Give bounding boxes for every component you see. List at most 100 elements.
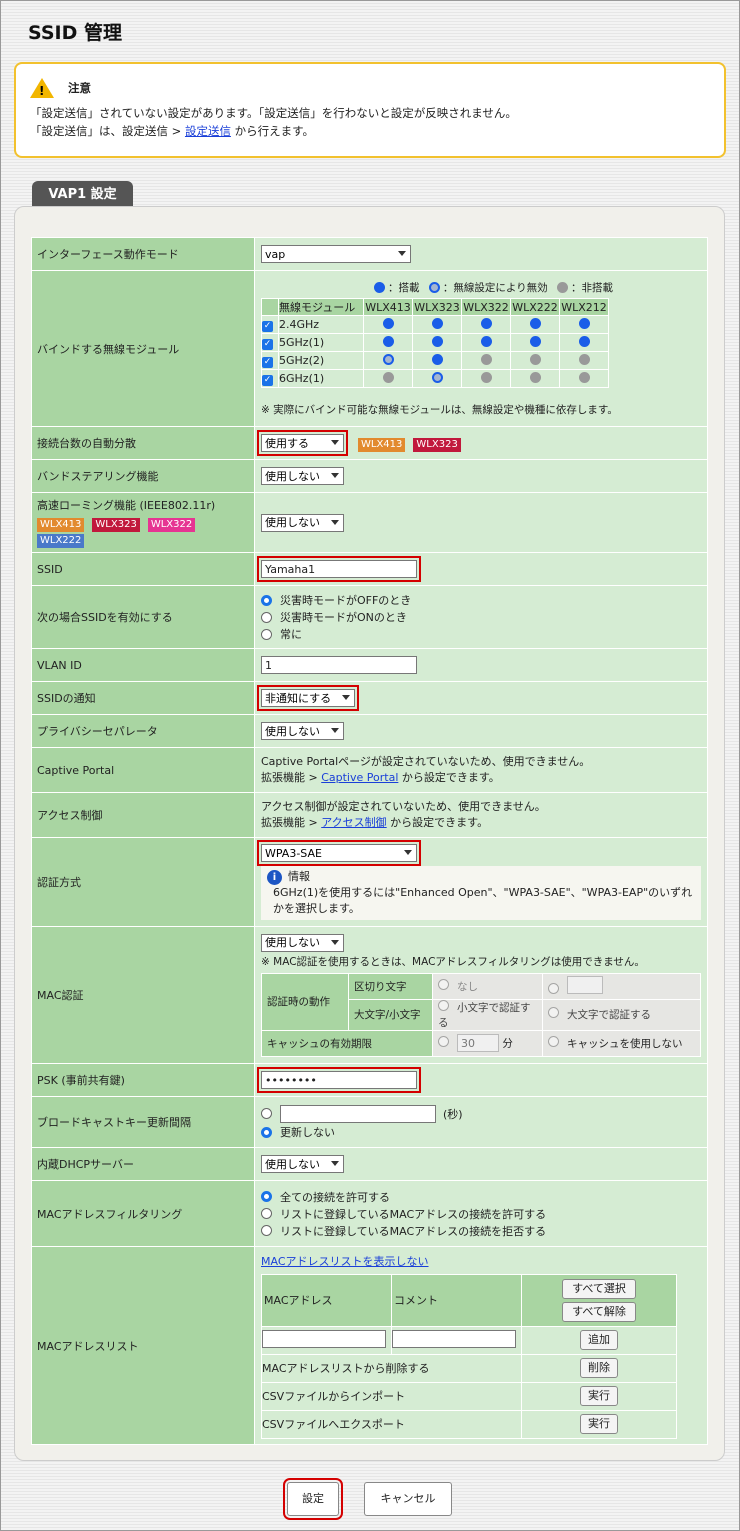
mac-label: MAC認証: [31, 926, 255, 1064]
import-button[interactable]: 実行: [580, 1386, 618, 1406]
auto-label: 接続台数の自動分散: [31, 426, 255, 460]
band-name: 2.4GHz: [278, 315, 364, 334]
tag-wlx323: WLX323: [413, 437, 461, 452]
module-status-icon: [480, 371, 492, 383]
module-status-icon: [431, 353, 443, 365]
notice-line2: 「設定送信」は、設定送信 > 設定送信 から行えます。: [30, 124, 314, 138]
legend-on-icon: [374, 282, 385, 293]
band-name: 5GHz(1): [278, 333, 364, 352]
module-status-icon: [529, 335, 541, 347]
hide-mac-list-link[interactable]: MACアドレスリストを表示しない: [261, 1253, 707, 1269]
mode-select[interactable]: vap: [261, 245, 411, 263]
captive-text: Captive Portalページが設定されていないため、使用できません。: [261, 755, 591, 768]
filter-option-deny-list[interactable]: リストに登録しているMACアドレスの接続を拒否する: [261, 1222, 707, 1239]
radio-icon: [261, 628, 272, 640]
roam-label: 高速ローミング機能 (IEEE802.11r): [37, 499, 216, 512]
module-col-header: WLX413: [363, 298, 413, 316]
filter-label: MACアドレスフィルタリング: [31, 1180, 255, 1247]
mac-address-input[interactable]: [262, 1329, 386, 1348]
list-label: MACアドレスリスト: [31, 1246, 255, 1445]
ssid-input[interactable]: Yamaha1: [257, 556, 421, 582]
vlan-input[interactable]: 1: [261, 656, 417, 674]
roam-select[interactable]: 使用しない: [261, 513, 344, 532]
module-col-header: WLX323: [412, 298, 462, 316]
band-name: 6GHz(1): [278, 369, 364, 388]
notify-label: SSIDの通知: [31, 681, 255, 715]
vlan-label: VLAN ID: [31, 648, 255, 682]
access-label: アクセス制御: [31, 792, 255, 838]
band-label: バンドステアリング機能: [31, 459, 255, 493]
band-select[interactable]: 使用しない: [261, 467, 344, 485]
auto-select[interactable]: 使用する: [261, 434, 344, 452]
tag-wlx222: WLX222: [37, 534, 85, 548]
tag-wlx323: WLX323: [92, 518, 140, 532]
access-control-link[interactable]: アクセス制御: [321, 816, 386, 829]
bcast-option-never[interactable]: 更新しない: [261, 1124, 707, 1141]
tag-wlx413: WLX413: [37, 518, 85, 532]
add-button[interactable]: 追加: [580, 1330, 618, 1350]
mac-auth-table: 認証時の動作 区切り文字 なし 大文字/小文字 小文字で認証する 大文字で認証する キャ…: [261, 972, 701, 1057]
filter-option-allow-all[interactable]: 全ての接続を許可する: [261, 1188, 707, 1205]
radio-icon: [261, 594, 272, 606]
notice-title: 注意: [68, 81, 91, 95]
module-status-icon: [382, 371, 394, 383]
module-status-icon: [578, 335, 590, 347]
notice-box: ! 注意 「設定送信」されていない設定があります。「設定送信」を行わないと設定が反…: [14, 62, 726, 158]
delete-button[interactable]: 削除: [580, 1358, 618, 1378]
enable-option-on[interactable]: 災害時モードがONのとき: [261, 609, 707, 626]
band-checkbox[interactable]: ✓: [262, 338, 273, 350]
mac-note: ※ MAC認証を使用するときは、MACアドレスフィルタリングは使用できません。: [261, 955, 645, 968]
module-status-icon: [480, 335, 492, 347]
module-status-icon: [529, 371, 541, 383]
module-col-header: WLX222: [510, 298, 560, 316]
legend-disabled-icon: [428, 282, 440, 293]
auth-info-box: i 情報 6GHz(1)を使用するには"Enhanced Open"、"WPA3-…: [261, 866, 701, 920]
band-checkbox[interactable]: ✓: [262, 356, 273, 368]
enable-option-off[interactable]: 災害時モードがOFFのとき: [261, 592, 707, 609]
module-status-icon: [431, 335, 443, 347]
module-status-icon: [431, 371, 443, 383]
filter-option-allow-list[interactable]: リストに登録しているMACアドレスの接続を許可する: [261, 1205, 707, 1222]
tab-vap1[interactable]: VAP1 設定: [32, 181, 133, 208]
bcast-label: ブロードキャストキー更新間隔: [31, 1096, 255, 1148]
page-title: SSID 管理: [28, 22, 122, 44]
deselect-all-button[interactable]: すべて解除: [562, 1301, 636, 1322]
psk-input[interactable]: ••••••••: [257, 1067, 421, 1093]
module-status-icon: [529, 353, 541, 365]
captive-label: Captive Portal: [31, 747, 255, 793]
auth-label: 認証方式: [31, 837, 255, 927]
warning-icon: !: [30, 78, 54, 98]
module-col-header: WLX212: [559, 298, 609, 316]
cancel-button[interactable]: キャンセル: [364, 1482, 452, 1516]
module-status-icon: [578, 317, 590, 329]
legend-off-icon: [556, 282, 568, 293]
bind-label: バインドする無線モジュール: [31, 270, 255, 427]
mac-select[interactable]: 使用しない: [261, 933, 344, 952]
tag-wlx413: WLX413: [358, 437, 406, 452]
bcast-option-interval[interactable]: (秒): [261, 1104, 707, 1124]
band-name: 5GHz(2): [278, 351, 364, 370]
comment-input[interactable]: [392, 1329, 516, 1348]
notify-select[interactable]: 非通知にする: [261, 689, 355, 707]
export-button[interactable]: 実行: [580, 1414, 618, 1434]
privacy-select[interactable]: 使用しない: [261, 722, 344, 740]
access-text: アクセス制御が設定されていないため、使用できません。: [261, 800, 546, 813]
module-status-icon: [529, 317, 541, 329]
band-checkbox[interactable]: ✓: [262, 320, 273, 332]
module-status-icon: [382, 317, 394, 329]
captive-portal-link[interactable]: Captive Portal: [321, 771, 398, 784]
notice-line1: 「設定送信」されていない設定があります。「設定送信」を行わないと設定が反映されま…: [30, 106, 517, 120]
module-status-icon: [382, 353, 394, 365]
enable-label: 次の場合SSIDを有効にする: [31, 585, 255, 649]
band-checkbox[interactable]: ✓: [262, 374, 273, 386]
send-settings-link[interactable]: 設定送信: [185, 124, 231, 138]
module-status-icon: [431, 317, 443, 329]
module-col-header: WLX322: [461, 298, 511, 316]
submit-button[interactable]: 設定: [283, 1478, 343, 1520]
auth-select[interactable]: WPA3-SAE: [261, 844, 417, 862]
dhcp-select[interactable]: 使用しない: [261, 1155, 344, 1173]
module-table: 無線モジュール WLX413 WLX323 WLX322 WLX222 WLX212 ✓ 2.…: [261, 298, 609, 388]
select-all-button[interactable]: すべて選択: [562, 1278, 636, 1299]
bcast-input[interactable]: [280, 1104, 436, 1123]
enable-option-always[interactable]: 常に: [261, 626, 707, 643]
